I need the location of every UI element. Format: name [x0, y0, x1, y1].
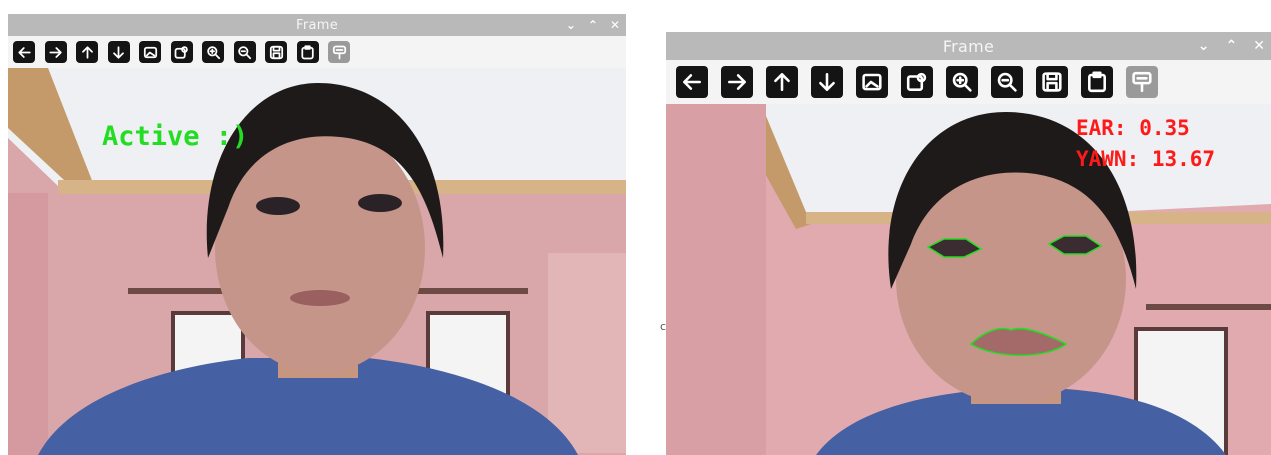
properties-button[interactable] — [328, 41, 350, 63]
image-button[interactable] — [856, 66, 888, 98]
minimize-button[interactable]: ⌄ — [566, 18, 576, 32]
close-button[interactable]: ✕ — [610, 18, 620, 32]
window-controls: ⌄ ⌃ ✕ — [1198, 32, 1265, 60]
zoom-in-icon — [206, 45, 221, 60]
maximize-button[interactable]: ⌃ — [1226, 38, 1238, 54]
arrow-right-button[interactable] — [721, 66, 753, 98]
ear-value-text: EAR: 0.35 — [1076, 116, 1190, 140]
clipboard-icon — [1086, 71, 1108, 93]
arrow-up-icon — [80, 45, 95, 60]
properties-icon — [332, 45, 347, 60]
minimize-button[interactable]: ⌄ — [1198, 38, 1210, 54]
save-button[interactable] — [265, 41, 287, 63]
video-frame: EAR: 0.35 YAWN: 13.67 — [666, 104, 1271, 455]
image-zoom-icon — [906, 71, 928, 93]
image-icon — [143, 45, 158, 60]
zoom-in-button[interactable] — [946, 66, 978, 98]
frame-window-right: Frame ⌄ ⌃ ✕ EAR: 0.35 YAWN: 13.67 — [666, 32, 1271, 455]
save-icon — [269, 45, 284, 60]
arrow-up-icon — [771, 71, 793, 93]
close-button[interactable]: ✕ — [1253, 38, 1265, 54]
webcam-image — [8, 68, 626, 455]
arrow-right-button[interactable] — [44, 41, 67, 63]
frame-window-left: Frame ⌄ ⌃ ✕ Active :) — [8, 14, 626, 455]
title-bar[interactable]: Frame ⌄ ⌃ ✕ — [8, 14, 626, 36]
zoom-in-button[interactable] — [202, 41, 224, 63]
toolbar — [8, 36, 626, 68]
arrow-up-button[interactable] — [76, 41, 98, 63]
image-icon — [861, 71, 883, 93]
save-button[interactable] — [1036, 66, 1068, 98]
image-button[interactable] — [139, 41, 161, 63]
window-title: Frame — [942, 36, 995, 56]
properties-icon — [1131, 71, 1153, 93]
arrow-left-button[interactable] — [13, 41, 35, 63]
image-zoom-button[interactable] — [901, 66, 933, 98]
save-icon — [1041, 71, 1063, 93]
clipboard-button[interactable] — [296, 41, 319, 63]
toolbar — [666, 60, 1271, 104]
zoom-in-icon — [951, 71, 973, 93]
window-controls: ⌄ ⌃ ✕ — [566, 14, 620, 36]
window-title: Frame — [295, 17, 338, 33]
arrow-down-icon — [111, 45, 126, 60]
image-zoom-button[interactable] — [170, 41, 193, 63]
title-bar[interactable]: Frame ⌄ ⌃ ✕ — [666, 32, 1271, 60]
zoom-out-icon — [996, 71, 1018, 93]
maximize-button[interactable]: ⌃ — [588, 18, 598, 32]
zoom-out-button[interactable] — [233, 41, 256, 63]
zoom-out-button[interactable] — [991, 66, 1023, 98]
yawn-value-text: YAWN: 13.67 — [1076, 147, 1216, 171]
arrow-down-icon — [816, 71, 838, 93]
arrow-right-icon — [48, 45, 63, 60]
zoom-out-icon — [237, 45, 252, 60]
arrow-right-icon — [726, 71, 748, 93]
arrow-up-button[interactable] — [766, 66, 798, 98]
arrow-down-button[interactable] — [811, 66, 843, 98]
image-zoom-icon — [174, 45, 189, 60]
active-status-text: Active :) — [102, 121, 249, 152]
arrow-left-icon — [681, 71, 703, 93]
clipboard-button[interactable] — [1081, 66, 1113, 98]
properties-button[interactable] — [1126, 66, 1158, 98]
arrow-left-button[interactable] — [676, 66, 708, 98]
arrow-down-button[interactable] — [107, 41, 130, 63]
video-frame: Active :) — [8, 68, 626, 455]
stray-character: c — [660, 320, 667, 333]
clipboard-icon — [300, 44, 315, 60]
arrow-left-icon — [17, 45, 32, 60]
